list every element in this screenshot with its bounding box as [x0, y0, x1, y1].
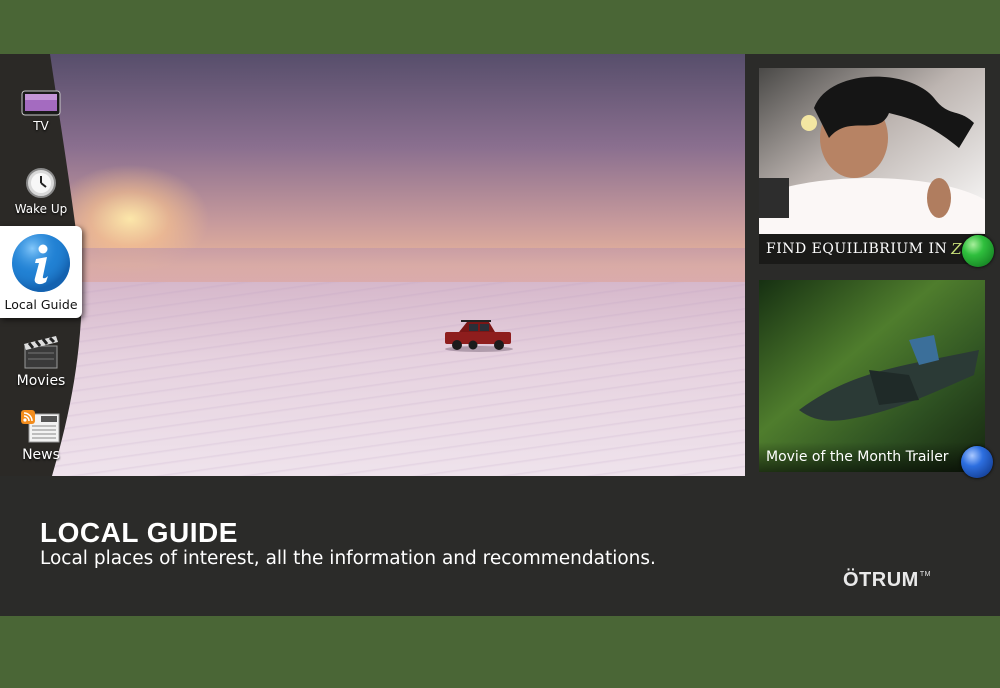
red-truck-image [445, 320, 513, 352]
brand-logo-text: ÖTRUM [843, 569, 919, 591]
hero-image-snow-sunset [0, 54, 745, 476]
menu-item-label: TV [33, 119, 49, 133]
alarm-clock-icon [26, 168, 56, 198]
menu-item-wake-up[interactable]: Wake Up [0, 167, 82, 216]
promo-caption-text: Movie of the Month Trailer [766, 449, 949, 465]
brand-logo: ÖTRUMTM [843, 569, 931, 592]
menu-item-label: News [22, 447, 60, 463]
menu-item-tv[interactable]: TV [0, 90, 82, 133]
menu-item-label: Movies [16, 373, 66, 389]
promo-caption: Movie of the Month Trailer [759, 442, 985, 472]
menu-item-news[interactable]: News [0, 410, 82, 463]
tv-screen: TV Wake Up Local Guide Movies News FIND … [0, 54, 1000, 616]
menu-item-movies[interactable]: Movies [0, 334, 82, 389]
tv-icon [21, 90, 61, 116]
promo-movie-trailer[interactable]: Movie of the Month Trailer [759, 280, 985, 472]
section-title: LOCAL GUIDE [40, 517, 238, 548]
promo-zen-spa[interactable]: FIND EQUILIBRIUM IN Zen [759, 68, 985, 264]
menu-item-local-guide[interactable]: Local Guide [0, 226, 82, 318]
promo-caption: FIND EQUILIBRIUM IN Zen [759, 234, 985, 264]
promo-caption-text: FIND EQUILIBRIUM IN [766, 241, 948, 257]
trademark-mark: TM [919, 571, 931, 578]
blue-button[interactable] [961, 446, 993, 478]
snow-field [0, 282, 745, 476]
clapperboard-icon [24, 336, 58, 369]
menu-item-label: Wake Up [14, 202, 68, 216]
rss-newspaper-icon [21, 410, 60, 443]
main-menu: TV Wake Up Local Guide Movies News [0, 54, 82, 476]
section-description: Local places of interest, all the inform… [40, 548, 656, 569]
menu-item-label: Local Guide [4, 297, 78, 312]
info-icon [12, 234, 70, 292]
spa-woman-image [759, 68, 985, 258]
green-button[interactable] [962, 235, 994, 267]
